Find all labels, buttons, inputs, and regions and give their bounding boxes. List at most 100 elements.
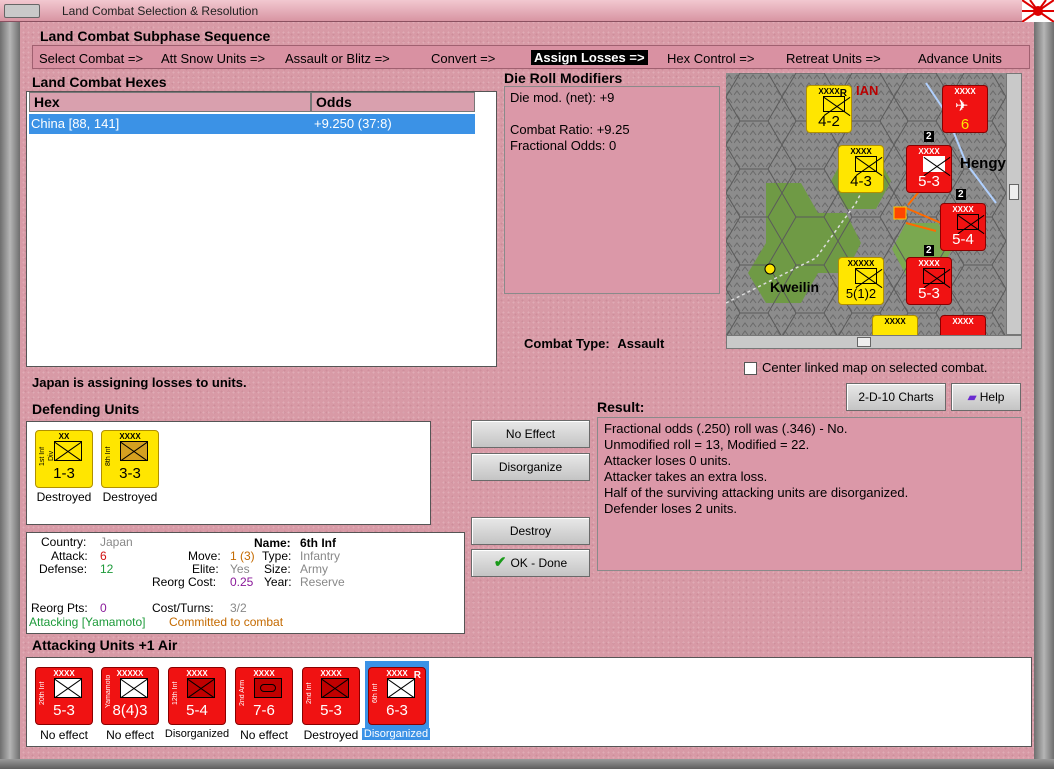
attacking-status: Attacking [Yamamoto]	[29, 615, 146, 629]
linked-map[interactable]: Hengy Kweilin IAN XXXX R 4-2 XXXX ✈ 6 XX…	[726, 73, 1006, 335]
defending-units-panel: XX 1st Inf Div 1-3 Destroyed XXXX 8th In…	[26, 421, 431, 525]
table-row[interactable]: China [88, 141] +9.250 (37:8)	[29, 114, 475, 134]
infantry-icon	[187, 678, 215, 698]
counter-value: 5-3	[918, 173, 940, 190]
counter-value: 6-3	[386, 702, 408, 719]
step-retreat-units[interactable]: Retreat Units =>	[786, 51, 881, 66]
combat-type: Combat Type: Assault	[524, 336, 664, 351]
unit-caption: Destroyed	[102, 490, 158, 504]
counter-value: 8(4)3	[112, 702, 148, 719]
counter-size: XXXX	[320, 669, 342, 678]
result-line: Unmodified roll = 13, Modified = 22.	[604, 437, 810, 452]
reorg-cost-value: 0.25	[230, 575, 254, 589]
elite-label: Elite:	[192, 562, 219, 576]
no-effect-button[interactable]: No Effect	[471, 420, 590, 448]
counter-size: XXXX	[253, 669, 275, 678]
attacking-unit-counter[interactable]: XXXX 20th Inf 5-3	[35, 667, 93, 725]
counter-value: 5-3	[918, 285, 940, 302]
infantry-icon	[855, 268, 877, 284]
step-att-snow-units[interactable]: Att Snow Units =>	[161, 51, 265, 66]
counter-value: 4-3	[850, 173, 872, 190]
step-assault-or-blitz[interactable]: Assault or Blitz =>	[285, 51, 390, 66]
odds-cell: +9.250 (37:8)	[314, 116, 392, 131]
left-frame	[0, 22, 20, 769]
book-icon: ▰	[967, 390, 977, 404]
die-roll-panel: Die mod. (net): +9 Combat Ratio: +9.25 F…	[504, 86, 720, 294]
infantry-icon	[54, 441, 82, 461]
counter-size: XXXX	[119, 432, 141, 441]
counter-value: 3-3	[119, 465, 141, 482]
attacking-unit-counter[interactable]: XXXXX Yamamoto 8(4)3	[101, 667, 159, 725]
ok-done-button[interactable]: ✔ OK - Done	[471, 549, 590, 577]
country-label: Country:	[41, 535, 87, 549]
map-counter[interactable]: XXXXX 5(1)2	[838, 257, 884, 305]
result-panel: Fractional odds (.250) roll was (.346) -…	[597, 417, 1022, 571]
attacking-unit-counter[interactable]: XXXX 12th Inf 5-4	[168, 667, 226, 725]
charts-button[interactable]: 2-D-10 Charts	[846, 383, 946, 411]
attacking-unit-counter[interactable]: XXXX 2nd Arm 7-6	[235, 667, 293, 725]
move-label: Move:	[188, 549, 221, 563]
help-button[interactable]: ▰ Help	[951, 383, 1021, 411]
result-line: Defender loses 2 units.	[604, 501, 737, 516]
defending-unit-counter[interactable]: XXXX 8th Inf 3-3	[101, 430, 159, 488]
map-counter[interactable]: XXXX 5-3	[906, 257, 952, 305]
checkmark-icon: ✔	[493, 554, 507, 571]
attacking-unit-counter[interactable]: XXXX 2nd Inf 5-3	[302, 667, 360, 725]
step-convert[interactable]: Convert =>	[431, 51, 495, 66]
counter-size: XX	[58, 432, 70, 441]
map-counter[interactable]: XXXX 5-4	[940, 203, 986, 251]
map-label-ian: IAN	[856, 83, 879, 98]
attacking-units-panel: XXXX 20th Inf 5-3 No effect XXXXX Yamamo…	[26, 657, 1032, 747]
odds-column-header[interactable]: Odds	[311, 92, 475, 112]
infantry-icon	[957, 214, 979, 230]
step-advance-units[interactable]: Advance Units	[918, 51, 1002, 66]
map-counter[interactable]: XXXX	[940, 315, 986, 335]
unit-caption: Destroyed	[303, 728, 359, 742]
cost-turns-value: 3/2	[230, 601, 247, 615]
map-vertical-scrollbar[interactable]	[1006, 73, 1022, 335]
aircraft-icon: ✈	[955, 98, 969, 115]
destroy-button[interactable]: Destroy	[471, 517, 590, 545]
japan-flag-icon	[1022, 0, 1054, 22]
counter-size: XXXX	[53, 669, 75, 678]
counter-size: XXXX	[850, 147, 872, 156]
map-counter[interactable]: XXXX 4-3	[838, 145, 884, 193]
scroll-thumb[interactable]	[857, 337, 871, 347]
scroll-thumb[interactable]	[1009, 184, 1019, 200]
size-label: Size:	[264, 562, 291, 576]
window-title: Land Combat Selection & Resolution	[62, 4, 259, 18]
counter-value: 1-3	[53, 465, 75, 482]
step-assign-losses[interactable]: Assign Losses =>	[531, 50, 648, 65]
infantry-icon	[923, 156, 945, 172]
combat-hexes-heading: Land Combat Hexes	[32, 74, 167, 90]
disorganize-button[interactable]: Disorganize	[471, 453, 590, 481]
center-map-checkbox[interactable]	[744, 362, 757, 375]
counter-value: 6	[960, 116, 970, 133]
combat-type-label: Combat Type:	[524, 336, 610, 351]
cost-turns-label: Cost/Turns:	[152, 601, 214, 615]
map-counter[interactable]: XXXX R 4-2	[806, 85, 852, 133]
minimize-button[interactable]	[4, 4, 40, 18]
type-value: Infantry	[300, 549, 341, 563]
name-label: Name:	[254, 536, 291, 550]
counter-value: 5-4	[186, 702, 208, 719]
combat-hexes-list[interactable]: Hex Odds China [88, 141] +9.250 (37:8)	[26, 91, 497, 367]
combat-ratio-line: Combat Ratio: +9.25	[510, 122, 630, 137]
map-horizontal-scrollbar[interactable]	[726, 335, 1022, 349]
defending-unit-counter[interactable]: XX 1st Inf Div 1-3	[35, 430, 93, 488]
map-counter[interactable]: XXXX 5-3	[906, 145, 952, 193]
combat-type-value: Assault	[617, 336, 665, 351]
map-counter[interactable]: XXXX ✈ 6	[942, 85, 988, 133]
infantry-icon	[120, 441, 148, 461]
counter-size: XXXXX	[847, 259, 875, 268]
step-hex-control[interactable]: Hex Control =>	[667, 51, 754, 66]
counter-size: XXXX	[186, 669, 208, 678]
map-label-kweilin: Kweilin	[770, 279, 820, 295]
map-counter[interactable]: XXXX	[872, 315, 918, 335]
attacking-unit-counter[interactable]: XXXX 6th Inf R 6-3	[368, 667, 426, 725]
counter-value: 5-4	[952, 231, 974, 248]
step-select-combat[interactable]: Select Combat =>	[39, 51, 143, 66]
defending-heading: Defending Units	[32, 401, 140, 417]
hex-column-header[interactable]: Hex	[29, 92, 311, 112]
